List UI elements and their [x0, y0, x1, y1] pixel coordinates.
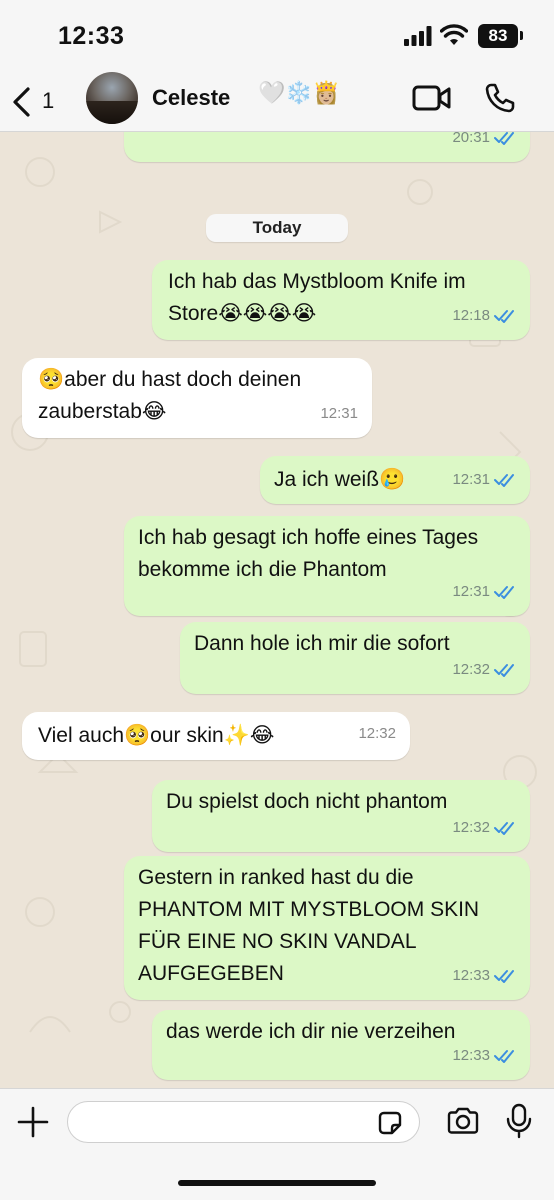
contact-name-emoji: 🤍❄️👸🏼	[258, 80, 341, 105]
message-bubble[interactable]: das werde ich dir nie verzeihen 12:33	[152, 1010, 530, 1080]
camera-icon[interactable]	[446, 1107, 480, 1135]
message-meta: 12:31	[320, 398, 358, 430]
message-bubble[interactable]: Du spielst doch nicht phantom 12:32	[152, 780, 530, 852]
message-time: 12:31	[452, 471, 490, 488]
message-bubble[interactable]: Gestern in ranked hast du die PHANTOM MI…	[124, 856, 530, 1000]
status-time: 12:33	[58, 22, 125, 50]
chat-header: 1 Celeste 🤍❄️👸🏼	[0, 72, 554, 132]
avatar[interactable]	[86, 72, 138, 124]
microphone-icon[interactable]	[506, 1103, 532, 1139]
unread-count: 1	[42, 88, 55, 113]
message-bubble[interactable]: Ich hab gesagt ich hoffe eines Tages bek…	[124, 516, 530, 616]
message-time: 12:32	[452, 661, 490, 678]
read-ticks-icon	[494, 970, 514, 983]
message-meta: 12:32	[452, 654, 516, 686]
message-bubble[interactable]: Ja ich weiß🥲 12:31	[260, 456, 530, 504]
back-button[interactable]: 1	[10, 82, 70, 122]
read-ticks-icon	[494, 474, 514, 487]
message-time: 20:31	[452, 132, 490, 146]
message-time: 12:18	[452, 307, 490, 324]
video-call-icon[interactable]	[412, 84, 452, 112]
back-chevron-icon	[13, 87, 30, 117]
message-time: 12:31	[320, 405, 358, 422]
message-bubble[interactable]: 🥺aber du hast doch deinen zauberstab😂 12…	[22, 358, 372, 438]
chat-area[interactable]: 20:31 Today Ich hab das Mystbloom Knife …	[0, 132, 554, 1088]
message-time: 12:33	[452, 967, 490, 984]
message-meta: 12:33	[452, 960, 516, 992]
date-separator: Today	[206, 214, 348, 242]
message-time: 12:32	[452, 819, 490, 836]
message-meta: 12:32	[358, 718, 396, 750]
message-meta: 20:31	[452, 132, 516, 154]
read-ticks-icon	[494, 586, 514, 599]
phone-icon[interactable]	[484, 82, 516, 114]
message-meta: 12:18	[452, 300, 516, 332]
wifi-icon	[440, 24, 468, 45]
message-time: 12:33	[452, 1047, 490, 1064]
home-indicator	[178, 1180, 376, 1186]
status-bar: 12:33 83	[0, 0, 554, 72]
read-ticks-icon	[494, 310, 514, 323]
battery-indicator: 83	[478, 24, 518, 48]
message-time: 12:31	[452, 583, 490, 600]
plus-icon[interactable]	[16, 1105, 50, 1139]
message-input[interactable]	[67, 1101, 420, 1143]
message-text: 🥺aber du hast doch deinen zauberstab😂	[38, 368, 302, 423]
message-meta: 12:31	[452, 576, 516, 608]
battery-tip	[520, 31, 523, 40]
message-bubble-previous[interactable]: 20:31	[124, 132, 530, 162]
signal-icon	[404, 26, 432, 46]
message-meta: 12:33	[452, 1040, 516, 1072]
message-meta: 12:31	[452, 464, 516, 496]
message-bubble[interactable]: Ich hab das Mystbloom Knife im Store😭😭😭😭…	[152, 260, 530, 340]
message-bubble[interactable]: Viel auch🥺our skin✨😂 12:32	[22, 712, 410, 760]
read-ticks-icon	[494, 132, 514, 145]
contact-name[interactable]: Celeste	[152, 85, 230, 111]
message-meta: 12:32	[452, 812, 516, 844]
message-time: 12:32	[358, 725, 396, 742]
sticker-icon[interactable]	[376, 1109, 404, 1137]
message-text: Viel auch🥺our skin✨😂	[38, 724, 275, 747]
read-ticks-icon	[494, 1050, 514, 1063]
message-bubble[interactable]: Dann hole ich mir die sofort 12:32	[180, 622, 530, 694]
read-ticks-icon	[494, 822, 514, 835]
read-ticks-icon	[494, 664, 514, 677]
